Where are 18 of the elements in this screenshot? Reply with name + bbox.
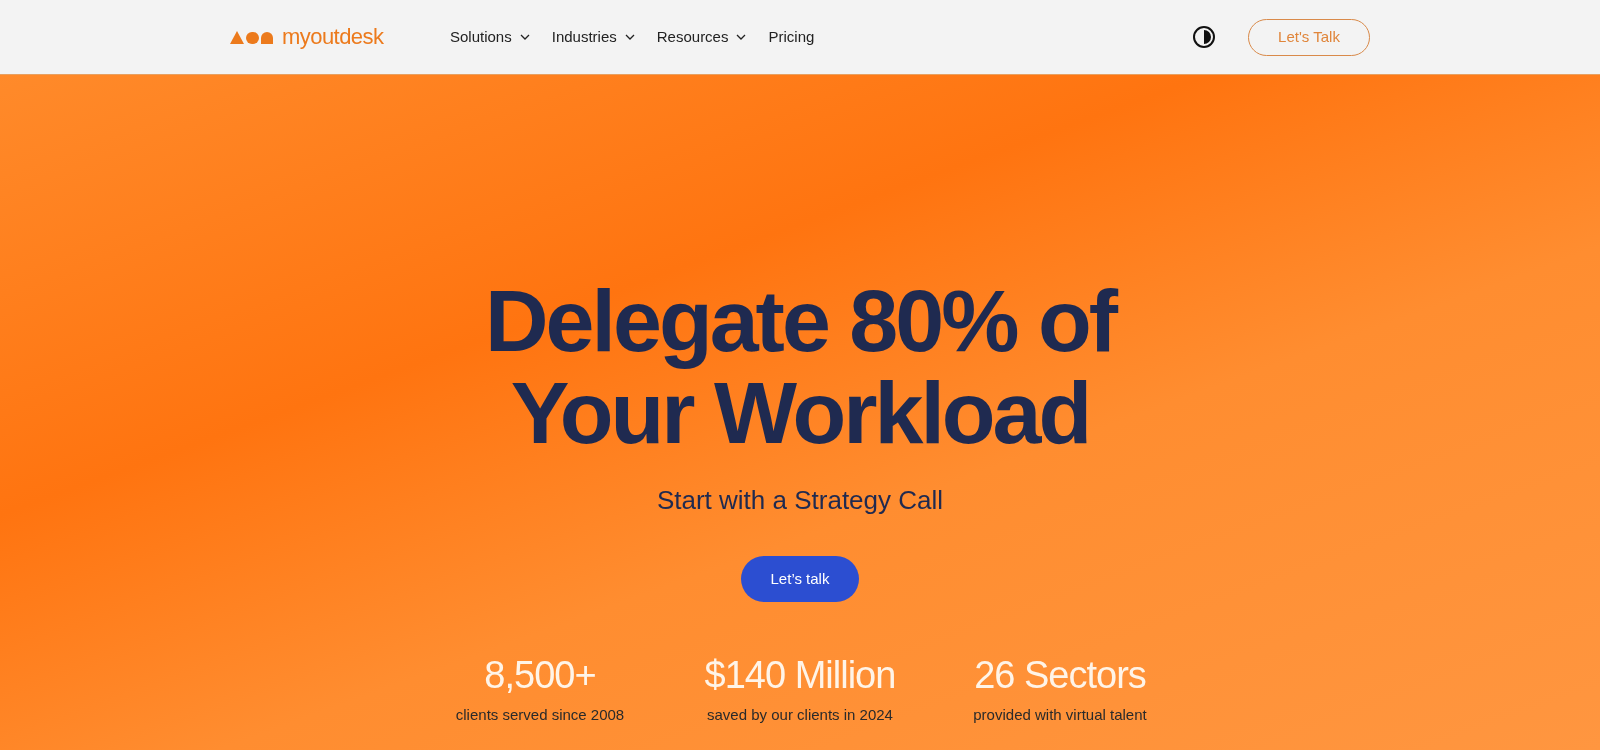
stat-caption: provided with virtual talent bbox=[973, 705, 1147, 725]
stat-value: $140 Million bbox=[704, 653, 896, 698]
chevron-down-icon bbox=[624, 34, 635, 40]
stat-caption: saved by our clients in 2024 bbox=[707, 705, 893, 725]
nav-link[interactable]: Pricing bbox=[768, 25, 815, 49]
hero-heading: Delegate 80% of bbox=[485, 275, 1115, 367]
chevron-down-icon bbox=[736, 34, 747, 40]
theme-toggle-icon[interactable] bbox=[1192, 25, 1216, 49]
stat-value: 8,500+ bbox=[484, 653, 596, 698]
nav-link[interactable]: Industries bbox=[551, 25, 635, 49]
stat-caption: clients served since 2008 bbox=[455, 705, 625, 725]
stat-value: 26 Sectors bbox=[974, 653, 1146, 698]
logo-icon bbox=[230, 30, 276, 44]
hero-subtitle: Start with a Strategy Call bbox=[656, 484, 944, 517]
lets-talk-button[interactable]: Let’s talk bbox=[741, 556, 859, 602]
nav-link[interactable]: Solutions bbox=[450, 25, 530, 49]
chevron-down-icon bbox=[519, 34, 530, 40]
nav-link[interactable]: Resources bbox=[656, 25, 747, 49]
